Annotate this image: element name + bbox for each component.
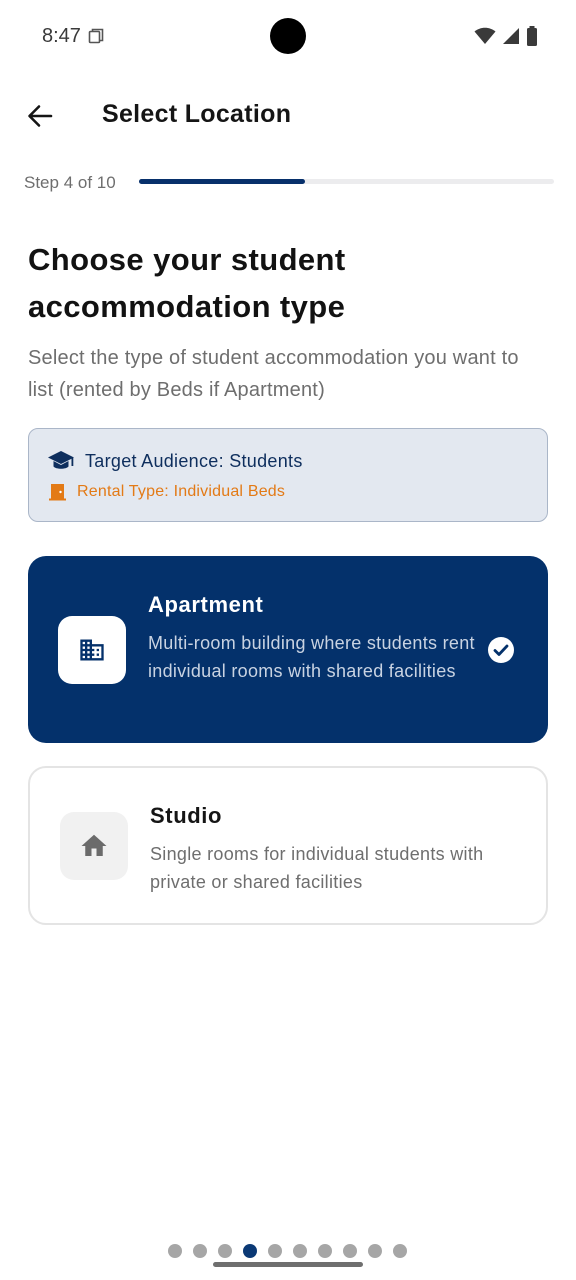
- headline: Choose your student accommodation type: [28, 242, 346, 324]
- page-dot: [343, 1244, 357, 1258]
- cellular-signal-icon: [503, 28, 519, 44]
- option-title: Studio: [150, 803, 223, 828]
- rental-type-row: Rental Type: Individual Beds: [49, 483, 285, 501]
- option-icon-box: [58, 616, 126, 684]
- option-description: Single rooms for individual students wit…: [150, 844, 484, 892]
- status-icons: [474, 26, 538, 46]
- subtitle: Select the type of student accommodation…: [28, 347, 519, 401]
- home-icon: [81, 834, 107, 856]
- door-icon: [49, 484, 66, 501]
- app-bar: Select Location: [0, 88, 576, 144]
- option-title: Apartment: [148, 592, 264, 617]
- page-dot: [368, 1244, 382, 1258]
- page-dot: [318, 1244, 332, 1258]
- page-dot: [243, 1244, 257, 1258]
- page-title: Select Location: [102, 100, 292, 128]
- check-circle-icon: [488, 637, 514, 663]
- front-camera: [270, 18, 306, 54]
- page-dot: [193, 1244, 207, 1258]
- rental-type-text: Rental Type: Individual Beds: [77, 483, 286, 500]
- arrow-left-icon: [28, 105, 53, 127]
- page-dot: [393, 1244, 407, 1258]
- step-progress: Step 4 of 10: [24, 170, 554, 196]
- home-indicator[interactable]: [213, 1262, 363, 1267]
- page-dot: [218, 1244, 232, 1258]
- page-indicator: [168, 1244, 407, 1258]
- status-bar: 8:47: [0, 0, 576, 74]
- option-icon-box: [60, 812, 128, 880]
- graduation-cap-icon: [48, 451, 74, 469]
- info-box: Target Audience: Students Rental Type: I…: [28, 428, 548, 522]
- status-time: 8:47: [42, 25, 81, 47]
- target-audience-row: Target Audience: Students: [47, 449, 303, 473]
- option-card-studio[interactable]: Studio Single rooms for individual stude…: [28, 766, 548, 925]
- target-audience-text: Target Audience: Students: [85, 450, 303, 471]
- page-dot: [268, 1244, 282, 1258]
- option-description: Multi-room building where students rent …: [148, 633, 475, 681]
- sim-card-icon: [88, 28, 104, 44]
- option-card-apartment[interactable]: Apartment Multi-room building where stud…: [28, 556, 548, 743]
- page-dot: [168, 1244, 182, 1258]
- step-label: Step 4 of 10: [24, 173, 116, 192]
- building-icon: [80, 639, 104, 661]
- page-dot: [293, 1244, 307, 1258]
- progress-track: [139, 179, 554, 184]
- progress-fill: [139, 179, 305, 184]
- battery-icon: [527, 26, 537, 46]
- back-button[interactable]: [22, 98, 58, 134]
- wifi-icon: [474, 27, 496, 44]
